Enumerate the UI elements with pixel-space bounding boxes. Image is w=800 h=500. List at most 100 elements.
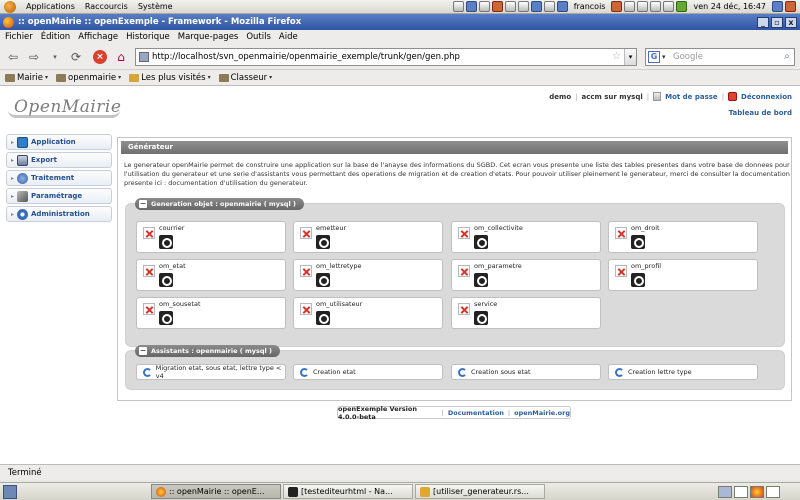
delete-icon[interactable] <box>143 303 155 315</box>
menu-historique[interactable]: Historique <box>126 32 170 42</box>
search-input[interactable]: Google <box>670 52 780 62</box>
power-icon[interactable] <box>785 1 796 12</box>
bookmark-classeur[interactable]: Classeur ▾ <box>218 73 272 83</box>
help-icon[interactable] <box>772 1 783 12</box>
google-icon[interactable]: G <box>648 50 660 63</box>
launcher-icon[interactable] <box>452 1 464 12</box>
workspace-2[interactable] <box>734 485 748 498</box>
menu-outils[interactable]: Outils <box>246 32 271 42</box>
assistant-creation-sous-etat[interactable]: Creation sous etat <box>451 364 601 380</box>
url-bar[interactable]: http://localhost/svn_openmairie/openmair… <box>135 47 637 66</box>
logout-icon[interactable] <box>728 92 738 101</box>
menu-affichage[interactable]: Affichage <box>78 32 118 42</box>
search-icon[interactable]: ⌕ <box>780 51 794 62</box>
search-engine-dropdown-icon[interactable]: ▾ <box>662 53 670 61</box>
assistants-legend[interactable]: − Assistants : openmairie ( mysql ) <box>135 345 280 357</box>
stop-icon[interactable]: × <box>93 49 107 64</box>
documentation-link[interactable]: Documentation <box>448 409 504 417</box>
delete-icon[interactable] <box>458 227 470 239</box>
url-text[interactable]: http://localhost/svn_openmairie/openmair… <box>152 52 609 62</box>
assistant-creation-lettre-type[interactable]: Creation lettre type <box>608 364 758 380</box>
forward-arrow-icon[interactable]: ⇨ <box>25 48 43 66</box>
delete-icon[interactable] <box>458 265 470 277</box>
generate-icon[interactable] <box>474 273 488 287</box>
menu-edition[interactable]: Édition <box>41 32 70 42</box>
launcher-icon[interactable] <box>491 1 503 12</box>
gnome-foot-icon[interactable] <box>4 0 16 13</box>
url-dropdown-icon[interactable]: ▾ <box>624 48 636 65</box>
dashboard-link[interactable]: Tableau de bord <box>729 109 792 117</box>
sidebar-item-traitement[interactable]: ▸ Traitement <box>6 170 112 186</box>
collapse-icon[interactable]: − <box>139 200 147 208</box>
sidebar-item-parametrage[interactable]: ▸ Paramétrage <box>6 188 112 204</box>
generate-icon[interactable] <box>159 311 173 325</box>
show-desktop-icon[interactable] <box>3 484 17 499</box>
assistant-migration[interactable]: Migration etat, sous etat, lettre type <… <box>136 364 286 380</box>
delete-icon[interactable] <box>615 227 627 239</box>
volume-icon[interactable] <box>663 1 675 12</box>
bookmark-star-icon[interactable]: ☆ <box>609 51 624 62</box>
delete-icon[interactable] <box>143 265 155 277</box>
gnome-user-name[interactable]: francois <box>574 2 606 11</box>
launcher-icon[interactable] <box>517 1 529 12</box>
generate-icon[interactable] <box>631 273 645 287</box>
maximize-button[interactable]: ▫ <box>771 16 783 28</box>
reload-icon[interactable]: ⟳ <box>67 48 85 66</box>
collapse-icon[interactable]: − <box>139 347 147 355</box>
bookmark-mairie[interactable]: Mairie ▾ <box>5 73 48 83</box>
menu-marque-pages[interactable]: Marque-pages <box>178 32 239 42</box>
delete-icon[interactable] <box>458 303 470 315</box>
launcher-icon[interactable] <box>504 1 516 12</box>
gnome-menu-systeme[interactable]: Système <box>138 2 173 11</box>
printer-icon[interactable] <box>650 1 662 12</box>
search-bar[interactable]: G ▾ Google ⌕ <box>645 47 795 66</box>
sidebar-item-administration[interactable]: ▸ Administration <box>6 206 112 222</box>
home-icon[interactable]: ⌂ <box>112 48 130 66</box>
bookmark-openmairie[interactable]: openmairie ▾ <box>56 73 121 83</box>
workspace-1[interactable] <box>718 485 732 498</box>
generation-legend[interactable]: − Generation objet : openmairie ( mysql … <box>135 198 304 210</box>
launcher-icon[interactable] <box>530 1 542 12</box>
sidebar-item-application[interactable]: ▸ Application <box>6 134 112 150</box>
update-icon[interactable] <box>676 1 688 12</box>
openmairie-logo[interactable]: OpenMairie <box>8 94 123 122</box>
task-firefox[interactable]: :: openMairie :: openE... <box>151 484 281 499</box>
workspace-4[interactable] <box>766 485 780 498</box>
delete-icon[interactable] <box>300 227 312 239</box>
delete-icon[interactable] <box>300 265 312 277</box>
password-link[interactable]: Mot de passe <box>665 93 718 101</box>
close-button[interactable]: x <box>785 16 797 28</box>
generate-icon[interactable] <box>316 311 330 325</box>
task-editor[interactable]: [testediteurhtml - Na... <box>283 484 413 499</box>
logout-link[interactable]: Déconnexion <box>741 93 792 101</box>
gnome-menu-applications[interactable]: Applications <box>26 2 75 11</box>
openmairie-site-link[interactable]: openMairie.org <box>514 409 570 417</box>
delete-icon[interactable] <box>143 227 155 239</box>
password-icon[interactable] <box>653 92 662 101</box>
bookmark-plus-visites[interactable]: Les plus visités ▾ <box>129 73 211 83</box>
workspace-3[interactable] <box>750 485 764 498</box>
sidebar-item-export[interactable]: ▸ Export <box>6 152 112 168</box>
generate-icon[interactable] <box>474 311 488 325</box>
window-titlebar[interactable]: :: openMairie :: openExemple - Framework… <box>0 14 800 30</box>
gnome-clock[interactable]: ven 24 déc, 16:47 <box>693 2 766 11</box>
generate-icon[interactable] <box>159 235 173 249</box>
delete-icon[interactable] <box>300 303 312 315</box>
history-dropdown-icon[interactable]: ▾ <box>46 48 64 66</box>
launcher-icon[interactable] <box>465 1 477 12</box>
notification-icon[interactable] <box>624 1 636 12</box>
back-arrow-icon[interactable]: ⇦ <box>4 48 22 66</box>
launcher-icon[interactable] <box>478 1 490 12</box>
generate-icon[interactable] <box>474 235 488 249</box>
network-icon[interactable] <box>637 1 649 12</box>
assistant-creation-etat[interactable]: Creation etat <box>293 364 443 380</box>
generate-icon[interactable] <box>316 273 330 287</box>
menu-aide[interactable]: Aide <box>279 32 298 42</box>
filezilla-icon[interactable] <box>611 1 623 12</box>
menu-fichier[interactable]: Fichier <box>5 32 33 42</box>
generate-icon[interactable] <box>316 235 330 249</box>
delete-icon[interactable] <box>615 265 627 277</box>
task-document[interactable]: [utiliser_generateur.rs... <box>415 484 545 499</box>
generate-icon[interactable] <box>159 273 173 287</box>
minimize-button[interactable]: _ <box>757 16 769 28</box>
